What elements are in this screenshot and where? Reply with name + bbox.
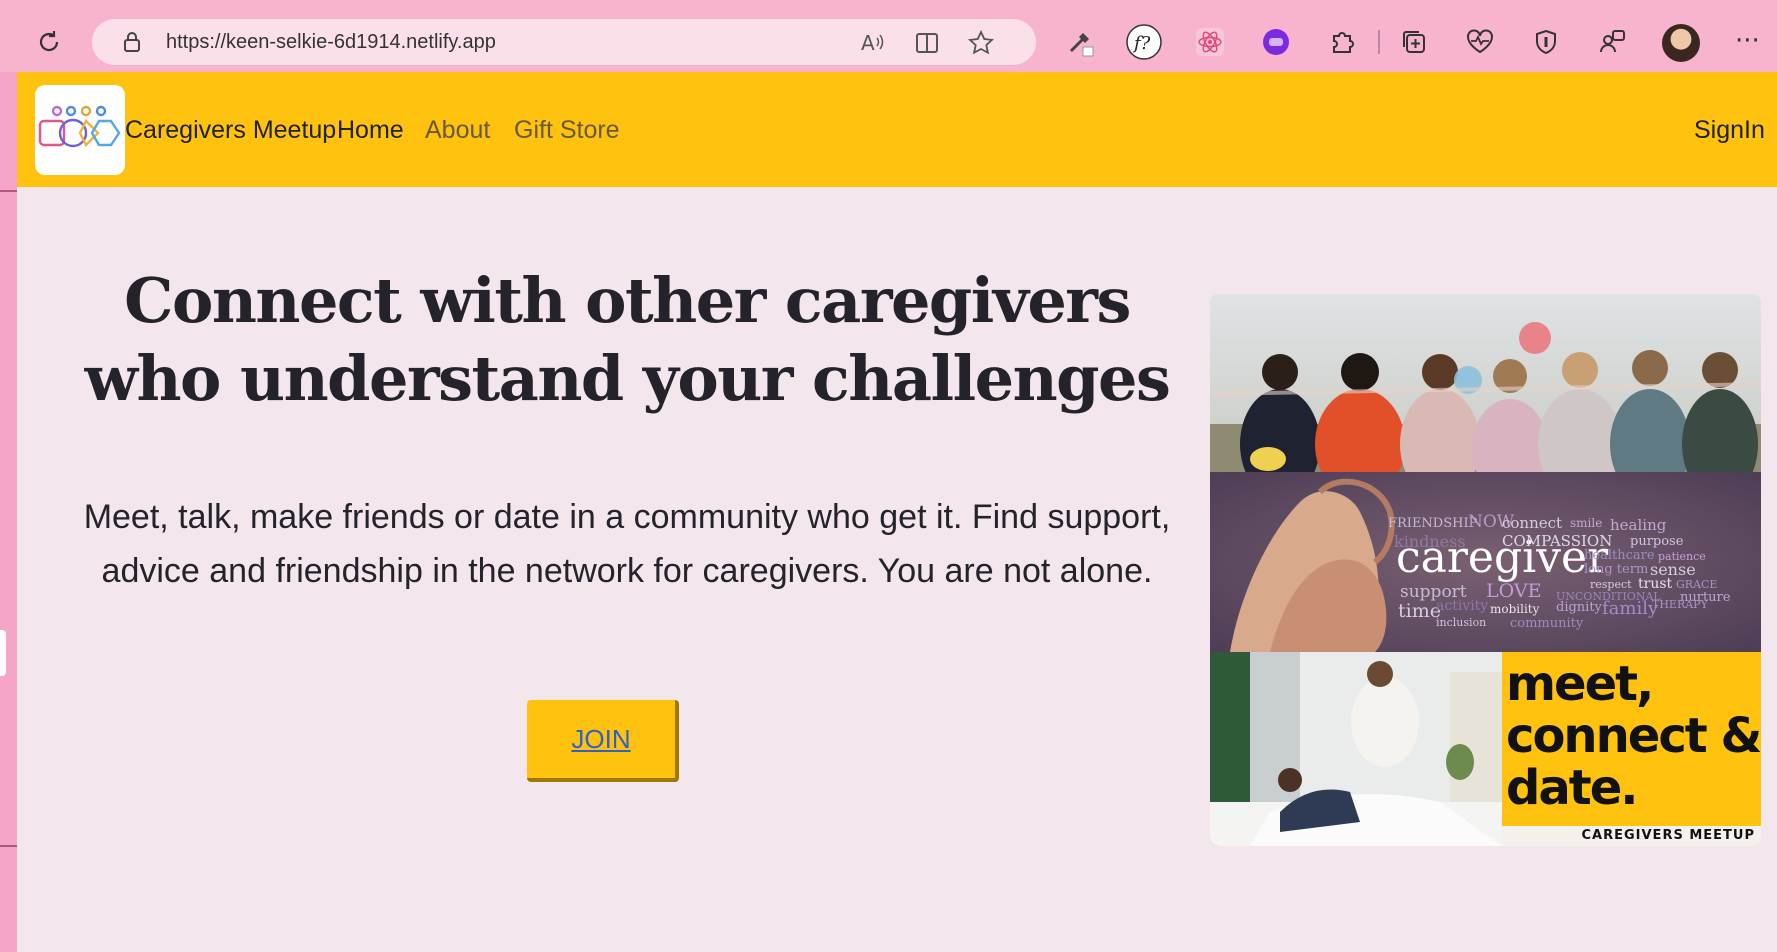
nav-link-gift-store[interactable]: Gift Store <box>514 116 620 145</box>
svg-text:A: A <box>861 31 875 55</box>
edge-marker <box>0 845 17 847</box>
word-cloud-word: mobility <box>1490 602 1540 616</box>
word-cloud-word: inclusion <box>1436 616 1487 629</box>
site-navbar: Caregivers Meetup Home About Gift Store … <box>17 72 1777 187</box>
page: Caregivers Meetup Home About Gift Store … <box>17 72 1777 952</box>
poster-footer-strip: CAREGIVERS MEETUP <box>1502 826 1761 846</box>
poster-headline: meet, connect & date. <box>1506 656 1761 816</box>
word-cloud-word: smile <box>1570 516 1603 530</box>
meetup-poster: meet, connect & date. CAREGIVERS MEETUP <box>1502 652 1761 846</box>
eyedropper-icon[interactable] <box>1062 24 1098 60</box>
signin-link[interactable]: SignIn <box>1694 116 1765 145</box>
profile-switch-icon[interactable] <box>1594 24 1630 60</box>
react-devtools-icon[interactable] <box>1192 24 1228 60</box>
more-menu-icon[interactable]: ··· <box>1735 26 1760 56</box>
join-button[interactable]: JOIN <box>527 700 679 782</box>
browser-toolbar: https://keen-selkie-6d1914.netlify.app A… <box>0 0 1777 72</box>
nav-link-about[interactable]: About <box>425 116 490 145</box>
browser-essentials-icon[interactable] <box>1462 24 1498 60</box>
caregiver-patient-photo <box>1210 652 1502 846</box>
word-cloud-word: community <box>1510 616 1584 631</box>
word-cloud-word: purpose <box>1630 534 1684 549</box>
word-cloud-word: healthcare <box>1584 548 1655 563</box>
svg-text:f?: f? <box>1132 33 1151 54</box>
favorite-star-icon[interactable] <box>967 29 995 56</box>
extension-purple-icon[interactable] <box>1258 24 1294 60</box>
edge-marker <box>0 190 17 192</box>
word-cloud-word: connect <box>1502 514 1563 532</box>
hero-subtitle: Meet, talk, make friends or date in a co… <box>83 498 1171 590</box>
word-cloud-word: activity <box>1436 598 1489 614</box>
word-cloud-word: long term <box>1584 562 1649 577</box>
shield-icon[interactable] <box>1528 24 1564 60</box>
word-cloud-word: FRIENDSHIP <box>1388 516 1478 531</box>
poster-footer-text: CAREGIVERS MEETUP <box>1581 828 1755 843</box>
brand-name[interactable]: Caregivers Meetup <box>125 116 336 145</box>
side-panel-handle[interactable] <box>0 630 6 676</box>
user-avatar[interactable] <box>1662 24 1700 62</box>
word-cloud-word: LOVE <box>1486 580 1542 602</box>
word-cloud-word: family <box>1602 598 1659 619</box>
word-cloud-word: dignity <box>1556 600 1602 615</box>
word-cloud-word: kindness <box>1394 532 1466 551</box>
font-finder-icon[interactable]: f? <box>1126 24 1162 60</box>
hero-collage-image: caregiver FRIENDSHIP NOW connect smile h… <box>1210 294 1761 846</box>
toolbar-separator <box>1378 30 1380 54</box>
word-cloud-word: healing <box>1610 516 1667 534</box>
collections-icon[interactable] <box>1396 24 1432 60</box>
word-cloud-word: time <box>1398 600 1441 622</box>
extensions-puzzle-icon[interactable] <box>1324 24 1360 60</box>
address-bar[interactable]: https://keen-selkie-6d1914.netlify.app A <box>92 19 1036 65</box>
group-hug-photo <box>1210 294 1761 499</box>
brand-logo[interactable] <box>35 85 125 175</box>
reload-icon[interactable] <box>34 27 64 57</box>
read-aloud-icon[interactable]: A <box>860 30 886 56</box>
caregiver-word-cloud-image: caregiver FRIENDSHIP NOW connect smile h… <box>1210 472 1761 652</box>
hero-title: Connect with other caregivers who unders… <box>84 264 1171 415</box>
lock-icon[interactable] <box>120 30 144 54</box>
word-cloud-word: THERAPY <box>1652 598 1708 611</box>
url-text[interactable]: https://keen-selkie-6d1914.netlify.app <box>166 31 496 54</box>
nav-link-home[interactable]: Home <box>337 116 404 145</box>
split-screen-icon[interactable] <box>914 30 940 56</box>
